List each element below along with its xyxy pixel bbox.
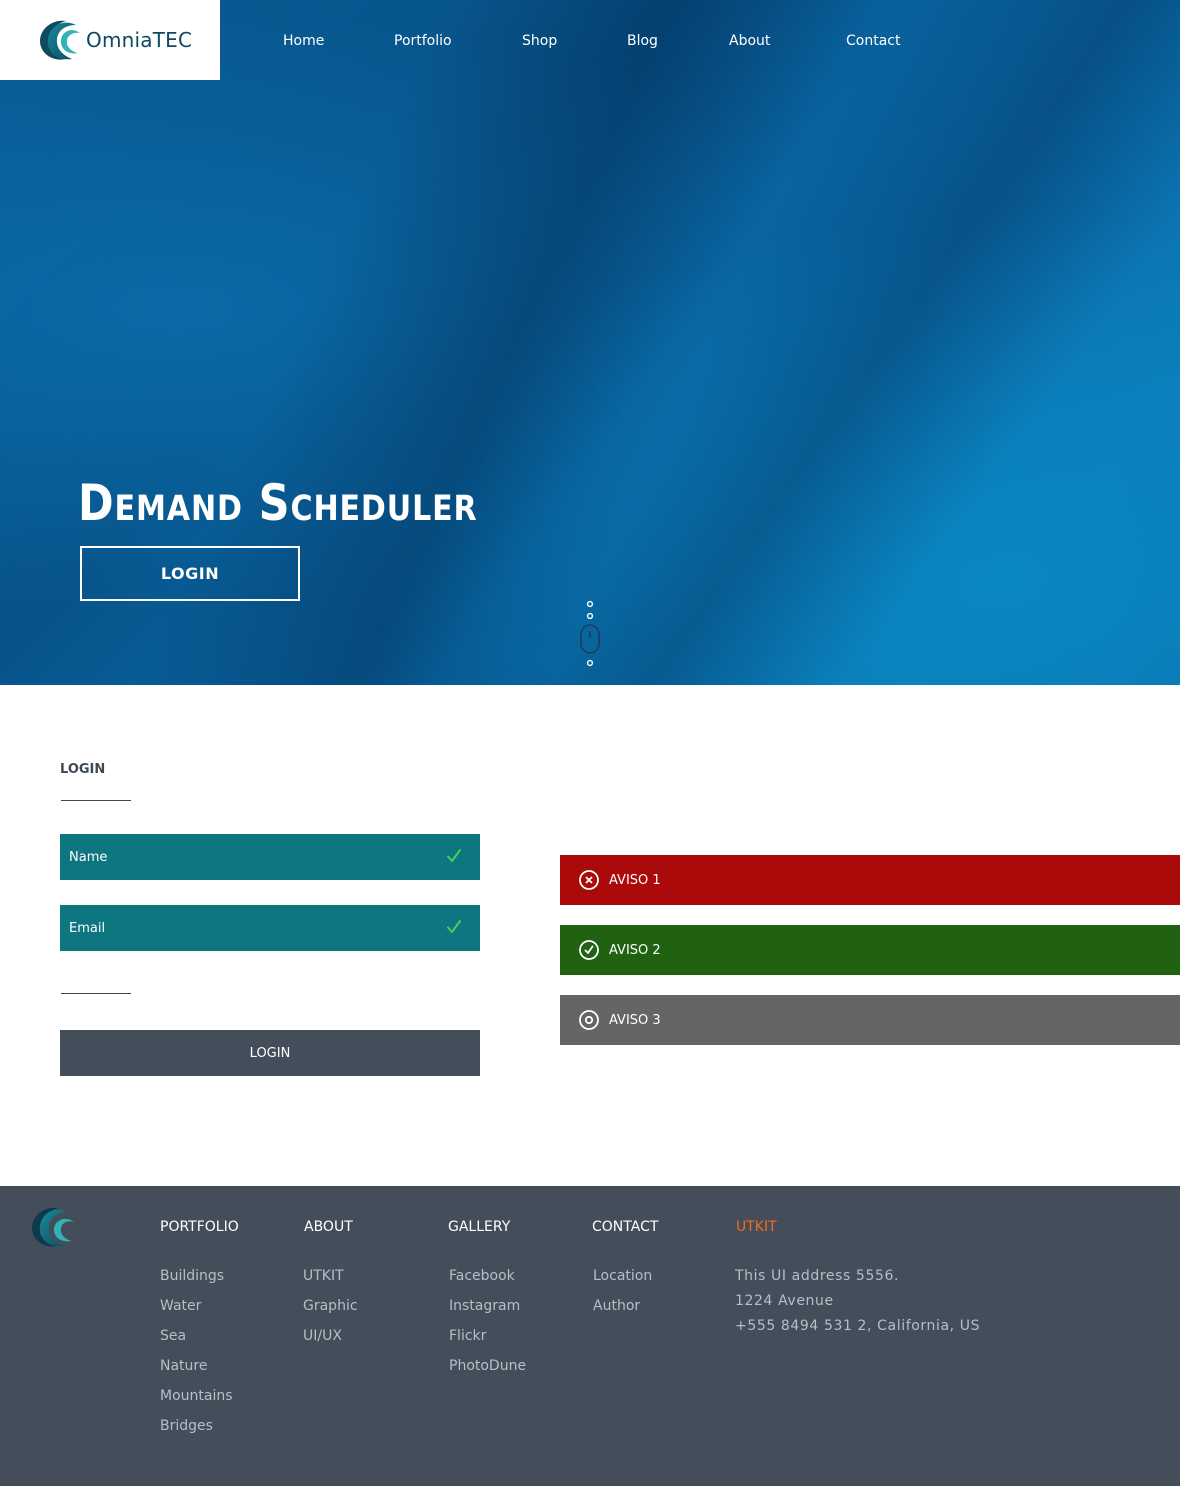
footer-address-line: +555 8494 531 2, California, US [735,1318,981,1334]
alert-label: AVISO 1 [609,872,661,888]
footer-portfolio-title: PORTFOLIO [160,1219,239,1235]
divider [61,993,131,994]
footer-link[interactable]: Water [160,1298,201,1314]
footer-link[interactable]: Facebook [449,1268,515,1284]
logo-text: OmniaTEC [86,28,193,52]
footer-contact-title: CONTACT [592,1219,659,1235]
alert-label: AVISO 3 [609,1012,661,1028]
footer-link[interactable]: Sea [160,1328,186,1344]
alert-aviso-2[interactable]: AVISO 2 [560,925,1180,975]
footer-brand-title: UTKIT [736,1219,777,1235]
omniatec-logo-icon[interactable] [28,1202,76,1254]
email-field-label: Email [69,920,106,936]
footer-about-title: ABOUT [304,1219,353,1235]
alert-aviso-3[interactable]: AVISO 3 [560,995,1180,1045]
footer-link[interactable]: UTKIT [303,1268,344,1284]
x-circle-icon [579,870,599,890]
footer-address-line: This UI address 5556. [735,1268,900,1284]
footer-link[interactable]: Nature [160,1358,207,1374]
footer-link[interactable]: Buildings [160,1268,224,1284]
footer-link[interactable]: Instagram [449,1298,520,1314]
hero-login-button[interactable]: LOGIN [80,546,300,601]
divider [61,800,131,801]
check-icon [447,920,461,933]
nav-about[interactable]: About [729,33,770,49]
nav-blog[interactable]: Blog [627,33,658,49]
name-field-label: Name [69,849,108,865]
footer-link[interactable]: Bridges [160,1418,213,1434]
logo[interactable]: OmniaTEC [0,0,220,80]
alert-aviso-1[interactable]: AVISO 1 [560,855,1180,905]
alert-label: AVISO 2 [609,942,661,958]
email-field[interactable]: Email [60,905,480,951]
footer-link[interactable]: Location [593,1268,652,1284]
footer-address-line: 1224 Avenue [735,1293,834,1309]
footer-link[interactable]: UI/UX [303,1328,342,1344]
check-icon [447,849,461,862]
main-nav: Home Portfolio Shop Blog About Contact [220,0,1180,84]
footer-link[interactable]: Graphic [303,1298,358,1314]
name-field[interactable]: Name [60,834,480,880]
footer-link[interactable]: Flickr [449,1328,486,1344]
nav-shop[interactable]: Shop [522,33,557,49]
footer-link[interactable]: PhotoDune [449,1358,526,1374]
hero-banner: OmniaTEC Home Portfolio Shop Blog About … [0,0,1180,685]
target-circle-icon [579,1010,599,1030]
nav-contact[interactable]: Contact [846,33,900,49]
login-button[interactable]: LOGIN [60,1030,480,1076]
footer-link[interactable]: Author [593,1298,640,1314]
scroll-mouse-icon[interactable] [579,598,601,670]
check-circle-icon [579,940,599,960]
nav-home[interactable]: Home [283,33,324,49]
hero-title: Demand Scheduler [78,474,478,532]
footer: PORTFOLIO Buildings Water Sea Nature Mou… [0,1186,1180,1486]
footer-link[interactable]: Mountains [160,1388,233,1404]
nav-portfolio[interactable]: Portfolio [394,33,452,49]
login-section-title: LOGIN [60,762,106,777]
omniatec-logo-icon [40,20,80,60]
footer-gallery-title: GALLERY [448,1219,511,1235]
